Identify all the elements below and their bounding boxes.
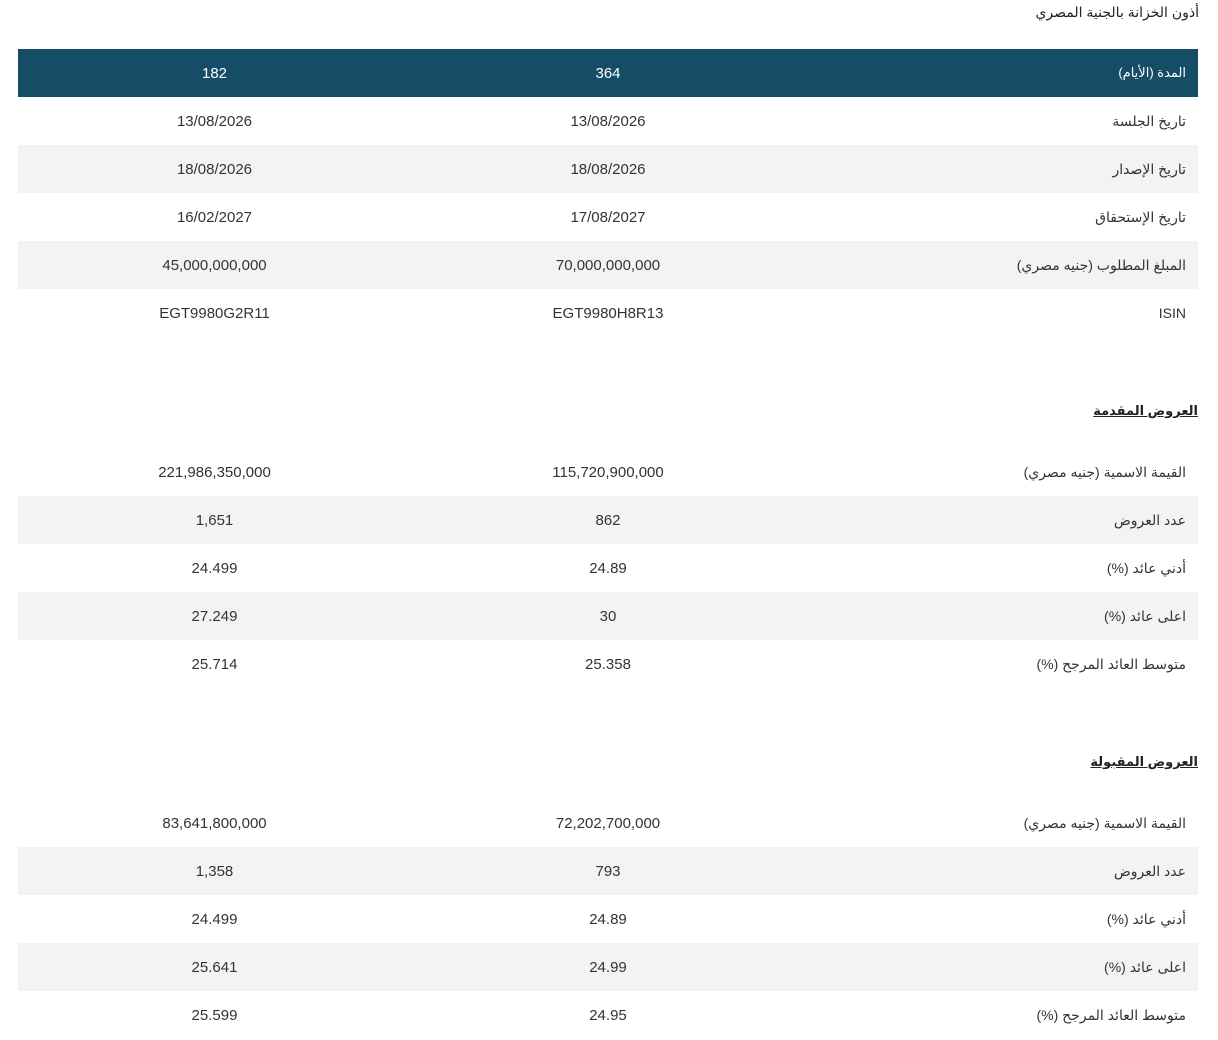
row-label: تاريخ الإستحقاق <box>1095 208 1186 225</box>
table-cell: 45,000,000,000 <box>18 241 411 289</box>
table-cell: 1,651 <box>18 496 411 544</box>
table-cell: 24.89 <box>589 559 627 577</box>
accepted-bids-table: 83,641,800,000 72,202,700,000 القيمة الا… <box>18 799 1198 1039</box>
row-label: القيمة الاسمية (جنيه مصري) <box>1023 814 1186 831</box>
table-row: 27.249 30 اعلى عائد (%) <box>18 592 1198 640</box>
table-row: 1,358 793 عدد العروض <box>18 847 1198 895</box>
table-row: 25.641 24.99 اعلى عائد (%) <box>18 943 1198 991</box>
table-cell: 25.714 <box>191 655 238 673</box>
table-cell: 24.95 <box>589 1006 627 1024</box>
table-row: 16/02/2027 17/08/2027 تاريخ الإستحقاق <box>18 193 1198 241</box>
table-cell: EGT9980G2R11 <box>159 304 270 322</box>
table-cell: 27.249 <box>18 592 411 640</box>
term-364-header: 364 <box>411 49 805 97</box>
table-cell: 115,720,900,000 <box>552 463 664 481</box>
table-cell: 221,986,350,000 <box>158 463 271 481</box>
table-row: 18/08/2026 18/08/2026 تاريخ الإصدار <box>18 145 1198 193</box>
table-row: 24.499 24.89 أدني عائد (%) <box>18 895 1198 943</box>
term-label: المدة (الأيام) <box>805 49 1198 97</box>
row-label: متوسط العائد المرجح (%) <box>1036 655 1186 672</box>
row-label: المبلغ المطلوب (جنيه مصري) <box>805 241 1198 289</box>
table-cell: 24.499 <box>191 910 238 928</box>
table-cell: 70,000,000,000 <box>411 241 805 289</box>
table-row: 221,986,350,000 115,720,900,000 القيمة ا… <box>18 448 1198 496</box>
table-row: 45,000,000,000 70,000,000,000 المبلغ الم… <box>18 241 1198 289</box>
table-cell: 24.89 <box>589 910 627 928</box>
row-label: تاريخ الإصدار <box>805 145 1198 193</box>
row-label: اعلى عائد (%) <box>805 943 1198 991</box>
row-label: تاريخ الجلسة <box>1112 112 1186 129</box>
table-row: 13/08/2026 13/08/2026 تاريخ الجلسة <box>18 97 1198 145</box>
offered-bids-heading: العروض المقدمة <box>1093 403 1198 418</box>
table-cell: 18/08/2026 <box>411 145 805 193</box>
table-cell: 25.358 <box>585 655 631 673</box>
table-cell: 24.99 <box>411 943 805 991</box>
table-row: 83,641,800,000 72,202,700,000 القيمة الا… <box>18 799 1198 847</box>
table-cell: 16/02/2027 <box>176 208 253 226</box>
table-cell: 83,641,800,000 <box>162 814 267 832</box>
table-row: 25.714 25.358 متوسط العائد المرجح (%) <box>18 640 1198 688</box>
table-cell: 24.499 <box>191 559 238 577</box>
table-row: EGT9980G2R11 EGT9980H8R13 ISIN <box>18 289 1198 337</box>
row-label: القيمة الاسمية (جنيه مصري) <box>1023 463 1186 480</box>
row-label: عدد العروض <box>805 496 1198 544</box>
term-182-header: 182 <box>18 49 411 97</box>
table-header-row: 182 364 المدة (الأيام) <box>18 49 1198 97</box>
table-cell: 13/08/2026 <box>570 112 646 130</box>
table-cell: 18/08/2026 <box>18 145 411 193</box>
offered-bids-table: 221,986,350,000 115,720,900,000 القيمة ا… <box>18 448 1198 688</box>
table-cell: 72,202,700,000 <box>555 814 661 832</box>
table-cell: 793 <box>411 847 805 895</box>
auction-details-table: 182 364 المدة (الأيام) 13/08/2026 13/08/… <box>18 49 1198 337</box>
table-cell: 13/08/2026 <box>176 112 253 130</box>
table-cell: 17/08/2027 <box>570 208 646 226</box>
table-cell: 1,358 <box>18 847 411 895</box>
row-label: متوسط العائد المرجح (%) <box>1036 1006 1186 1023</box>
row-label: ISIN <box>1158 305 1186 321</box>
table-cell: 30 <box>411 592 805 640</box>
table-row: 1,651 862 عدد العروض <box>18 496 1198 544</box>
row-label: اعلى عائد (%) <box>805 592 1198 640</box>
table-cell: 25.599 <box>191 1006 238 1024</box>
table-row: 25.599 24.95 متوسط العائد المرجح (%) <box>18 991 1198 1039</box>
accepted-bids-heading: العروض المقبولة <box>1090 754 1198 769</box>
row-label: عدد العروض <box>805 847 1198 895</box>
row-label: أدني عائد (%) <box>1106 559 1186 576</box>
page-title: أذون الخزانة بالجنية المصري <box>1035 4 1199 20</box>
table-cell: 862 <box>411 496 805 544</box>
row-label: أدني عائد (%) <box>1106 910 1186 927</box>
table-row: 24.499 24.89 أدني عائد (%) <box>18 544 1198 592</box>
table-cell: EGT9980H8R13 <box>552 304 664 322</box>
table-cell: 25.641 <box>18 943 411 991</box>
